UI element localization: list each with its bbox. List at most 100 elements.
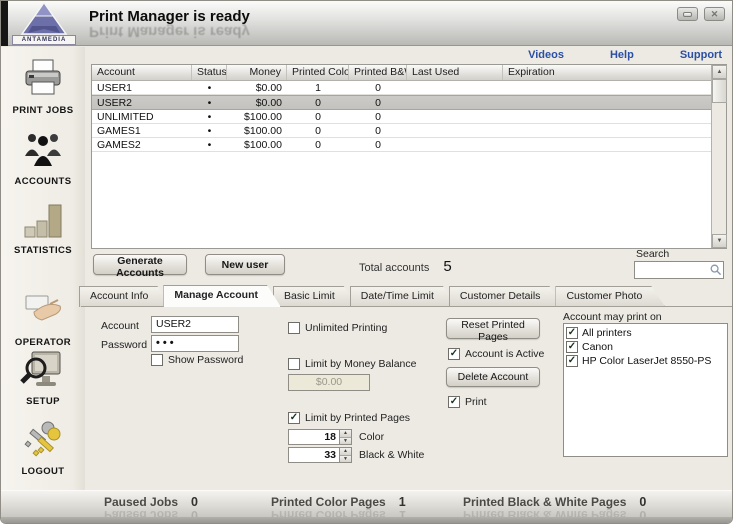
stepper-buttons: ▲ ▼ (339, 447, 352, 463)
stepper-up-icon[interactable]: ▲ (340, 430, 351, 438)
checkbox-icon: ✓ (566, 327, 578, 339)
table-cell: UNLIMITED (92, 110, 192, 123)
black-white-label: Black & White (359, 449, 424, 461)
tab-basic-limit[interactable]: Basic Limit (273, 286, 358, 307)
scroll-thumb[interactable] (712, 79, 727, 103)
tab-manage-account[interactable]: Manage Account (163, 285, 281, 307)
table-row[interactable]: USER1•$0.0010 (92, 81, 711, 95)
nav-link-support[interactable]: Support (680, 49, 722, 61)
tab-strip: Account InfoManage AccountBasic LimitDat… (79, 285, 657, 307)
sidebar-item-operator[interactable]: OPERATOR (1, 289, 85, 348)
column-header-account[interactable]: Account (92, 65, 192, 80)
reset-printed-pages-button[interactable]: Reset Printed Pages (446, 318, 540, 339)
tab-account-info[interactable]: Account Info (79, 286, 171, 307)
column-header-money[interactable]: Money (227, 65, 287, 80)
column-header-printed-b-w[interactable]: Printed B&W (349, 65, 407, 80)
people-icon (1, 128, 85, 174)
table-cell (407, 96, 503, 109)
unlimited-printing-checkbox[interactable]: ✓ Unlimited Printing (288, 322, 387, 334)
printer-item-hp-color-laserjet-8550-ps[interactable]: ✓HP Color LaserJet 8550-PS (566, 354, 725, 368)
table-cell: • (192, 81, 227, 94)
printer-item-canon[interactable]: ✓Canon (566, 340, 725, 354)
sidebar-item-label: LOGOUT (1, 466, 85, 477)
table-row[interactable]: UNLIMITED•$100.0000 (92, 110, 711, 124)
table-cell: 0 (287, 124, 349, 137)
limit-pages-checkbox[interactable]: ✓ Limit by Printed Pages (288, 412, 410, 424)
checkbox-icon: ✓ (288, 412, 300, 424)
generate-accounts-button[interactable]: Generate Accounts (93, 254, 187, 275)
print-manager-window: ANTAMEDIA Print Manager is ready Print M… (0, 0, 733, 524)
table-cell: $0.00 (227, 96, 287, 109)
nav-link-help[interactable]: Help (610, 49, 634, 61)
nav-link-videos[interactable]: Videos (528, 49, 564, 61)
unlimited-printing-label: Unlimited Printing (305, 322, 387, 334)
sidebar: PRINT JOBS ACCOUNTS STATISTICS OPERATORSETU… (1, 47, 85, 517)
table-cell (503, 138, 711, 151)
table-cell: 0 (349, 81, 407, 94)
status-value: 0 (191, 495, 198, 509)
show-password-checkbox[interactable]: ✓ Show Password (151, 354, 243, 366)
checkbox-icon: ✓ (151, 354, 163, 366)
sidebar-item-accounts[interactable]: ACCOUNTS (1, 128, 85, 187)
printer-item-all-printers[interactable]: ✓All printers (566, 326, 725, 340)
sidebar-item-logout[interactable]: LOGOUT (1, 418, 85, 477)
sidebar-item-setup[interactable]: SETUP (1, 348, 85, 407)
checkbox-icon: ✓ (288, 358, 300, 370)
search-icon[interactable] (709, 263, 723, 277)
nav-links: Videos Help Support (85, 47, 733, 63)
sidebar-item-label: STATISTICS (1, 245, 85, 256)
printers-list: ✓All printers✓Canon✓HP Color LaserJet 85… (563, 323, 728, 457)
table-row[interactable]: GAMES1•$100.0000 (92, 124, 711, 138)
account-field[interactable]: USER2 (151, 316, 239, 333)
search-input[interactable] (635, 263, 709, 277)
minimize-button[interactable] (677, 7, 698, 21)
scroll-down-icon[interactable]: ▼ (712, 234, 727, 248)
color-pages-value[interactable]: 18 (288, 429, 339, 445)
status-paused-jobs: Paused Jobs0Paused Jobs0 (104, 495, 198, 509)
close-icon: ✕ (711, 10, 719, 19)
print-checkbox[interactable]: ✓ Print (448, 396, 487, 408)
sidebar-item-label: OPERATOR (1, 337, 85, 348)
account-active-checkbox[interactable]: ✓ Account is Active (448, 348, 544, 360)
column-header-status[interactable]: Status (192, 65, 227, 80)
limit-money-checkbox[interactable]: ✓ Limit by Money Balance (288, 358, 416, 370)
table-row[interactable]: USER2•$0.0000 (92, 95, 711, 110)
password-field[interactable]: ••• (151, 335, 239, 352)
stepper-down-icon[interactable]: ▼ (340, 438, 351, 445)
hand-card-icon (1, 289, 85, 335)
new-user-button[interactable]: New user (205, 254, 285, 275)
tab-customer-photo[interactable]: Customer Photo (555, 286, 665, 307)
checkbox-icon: ✓ (448, 396, 460, 408)
stepper-up-icon[interactable]: ▲ (340, 448, 351, 456)
table-scrollbar[interactable]: ▲ ▼ (711, 65, 726, 248)
stepper-down-icon[interactable]: ▼ (340, 456, 351, 463)
table-cell: 0 (287, 96, 349, 109)
table-cell (503, 96, 711, 109)
search-box (634, 261, 724, 279)
bw-pages-stepper[interactable]: 33 ▲ ▼ (288, 447, 352, 463)
table-cell: USER1 (92, 81, 192, 94)
tab-date-time-limit[interactable]: Date/Time Limit (350, 286, 457, 307)
color-pages-stepper[interactable]: 18 ▲ ▼ (288, 429, 352, 445)
bw-pages-value[interactable]: 33 (288, 447, 339, 463)
column-header-expiration[interactable]: Expiration (503, 65, 711, 80)
close-button[interactable]: ✕ (704, 7, 725, 21)
table-cell: 0 (349, 138, 407, 151)
column-header-printed-color[interactable]: Printed Color (287, 65, 349, 80)
delete-account-button[interactable]: Delete Account (446, 367, 540, 387)
checkbox-icon: ✓ (448, 348, 460, 360)
color-label: Color (359, 431, 384, 443)
table-cell: 0 (349, 96, 407, 109)
status-value: 0 (639, 495, 646, 509)
table-header: AccountStatusMoneyPrinted ColorPrinted B… (92, 65, 711, 81)
sidebar-item-statistics[interactable]: STATISTICS (1, 197, 85, 256)
column-header-last-used[interactable]: Last Used (407, 65, 503, 80)
scroll-up-icon[interactable]: ▲ (712, 65, 727, 79)
status-value: 1 (399, 495, 406, 509)
tab-customer-details[interactable]: Customer Details (449, 286, 564, 307)
money-balance-field[interactable]: $0.00 (288, 374, 370, 391)
table-row[interactable]: GAMES2•$100.0000 (92, 138, 711, 152)
print-label: Print (465, 396, 487, 408)
title-bar-edge (1, 1, 8, 46)
sidebar-item-print-jobs[interactable]: PRINT JOBS (1, 57, 85, 116)
